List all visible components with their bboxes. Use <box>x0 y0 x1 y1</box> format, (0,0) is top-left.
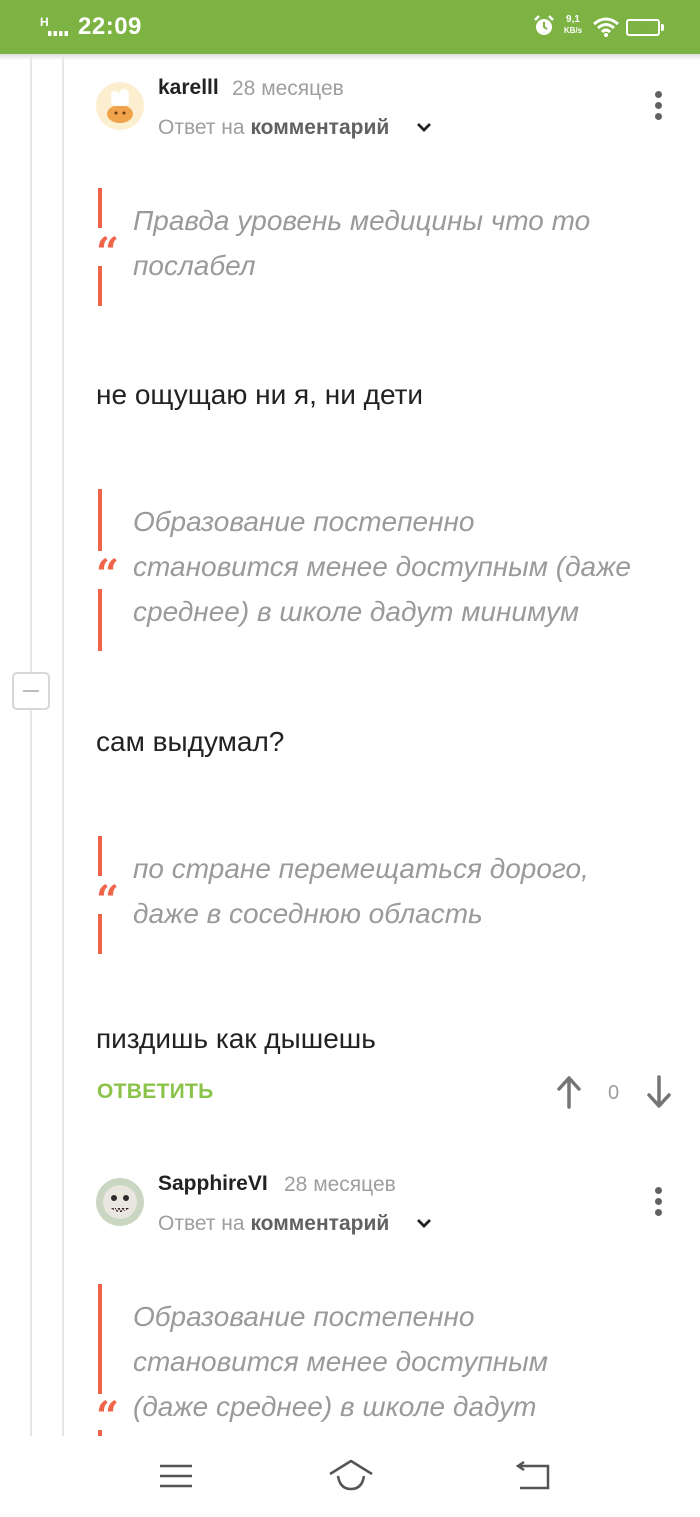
reply-to-link[interactable]: Ответ на комментарий <box>158 116 389 140</box>
chevron-down-icon[interactable] <box>416 121 432 133</box>
arrow-up-icon[interactable] <box>556 1075 582 1109</box>
clock: 22:09 <box>78 13 142 40</box>
menu-icon[interactable] <box>156 1458 196 1494</box>
system-nav-bar <box>0 1436 700 1517</box>
quote-bar <box>98 489 102 551</box>
header-shadow <box>0 54 700 60</box>
quote-bar <box>98 1284 102 1394</box>
thread-line-outer <box>30 54 32 1436</box>
wifi-icon <box>593 17 619 37</box>
chevron-down-icon[interactable] <box>416 1217 432 1229</box>
battery-icon: 61 <box>626 19 660 36</box>
reply-to-link[interactable]: Ответ на комментарий <box>158 1212 389 1236</box>
back-icon[interactable] <box>512 1458 552 1494</box>
quote-text: по стране перемещаться дорого, даже в со… <box>133 853 589 929</box>
author-name[interactable]: karelll <box>158 76 219 100</box>
dot-icon <box>655 113 662 120</box>
quote-text: Образование постепенно становится менее … <box>133 1301 548 1422</box>
quote-bar <box>98 188 102 228</box>
home-icon[interactable] <box>328 1458 374 1494</box>
collapse-thread-button[interactable] <box>12 672 50 710</box>
dot-icon <box>655 1198 662 1205</box>
quote-bar <box>98 266 102 306</box>
dot-icon <box>655 102 662 109</box>
quote-text: Правда уровень медицины что то послабел <box>133 205 591 281</box>
quote-text: Образование постепенно становится менее … <box>133 506 631 627</box>
battery-cap <box>661 24 664 31</box>
avatar-image <box>96 1178 144 1226</box>
avatar[interactable] <box>96 82 144 130</box>
more-options-button[interactable] <box>655 91 663 121</box>
author-name[interactable]: SapphireVI <box>158 1172 268 1196</box>
quote-bar <box>98 914 102 954</box>
comment-time: 28 месяцев <box>284 1173 396 1196</box>
more-options-button[interactable] <box>655 1187 663 1217</box>
comment-text: пиздишь как дышешь <box>96 1023 376 1054</box>
thread-line-inner <box>62 54 64 1436</box>
alarm-icon <box>534 15 554 35</box>
reply-button[interactable]: ОТВЕТИТЬ <box>97 1080 214 1104</box>
signal-icon <box>48 31 68 36</box>
quote-bar <box>98 836 102 876</box>
dot-icon <box>655 91 662 98</box>
quote-bar <box>98 589 102 651</box>
comment-text: сам выдумал? <box>96 726 285 757</box>
comment-time: 28 месяцев <box>232 77 344 100</box>
dot-icon <box>655 1209 662 1216</box>
avatar-image <box>96 82 144 130</box>
arrow-down-icon[interactable] <box>646 1075 672 1109</box>
avatar[interactable] <box>96 1178 144 1226</box>
status-bar: H 22:09 9,1 KB/s 61 <box>0 0 700 54</box>
dot-icon <box>655 1187 662 1194</box>
comment-text: не ощущаю ни я, ни дети <box>96 379 424 410</box>
rating-count: 0 <box>608 1082 620 1104</box>
network-speed: 9,1 KB/s <box>563 14 583 35</box>
